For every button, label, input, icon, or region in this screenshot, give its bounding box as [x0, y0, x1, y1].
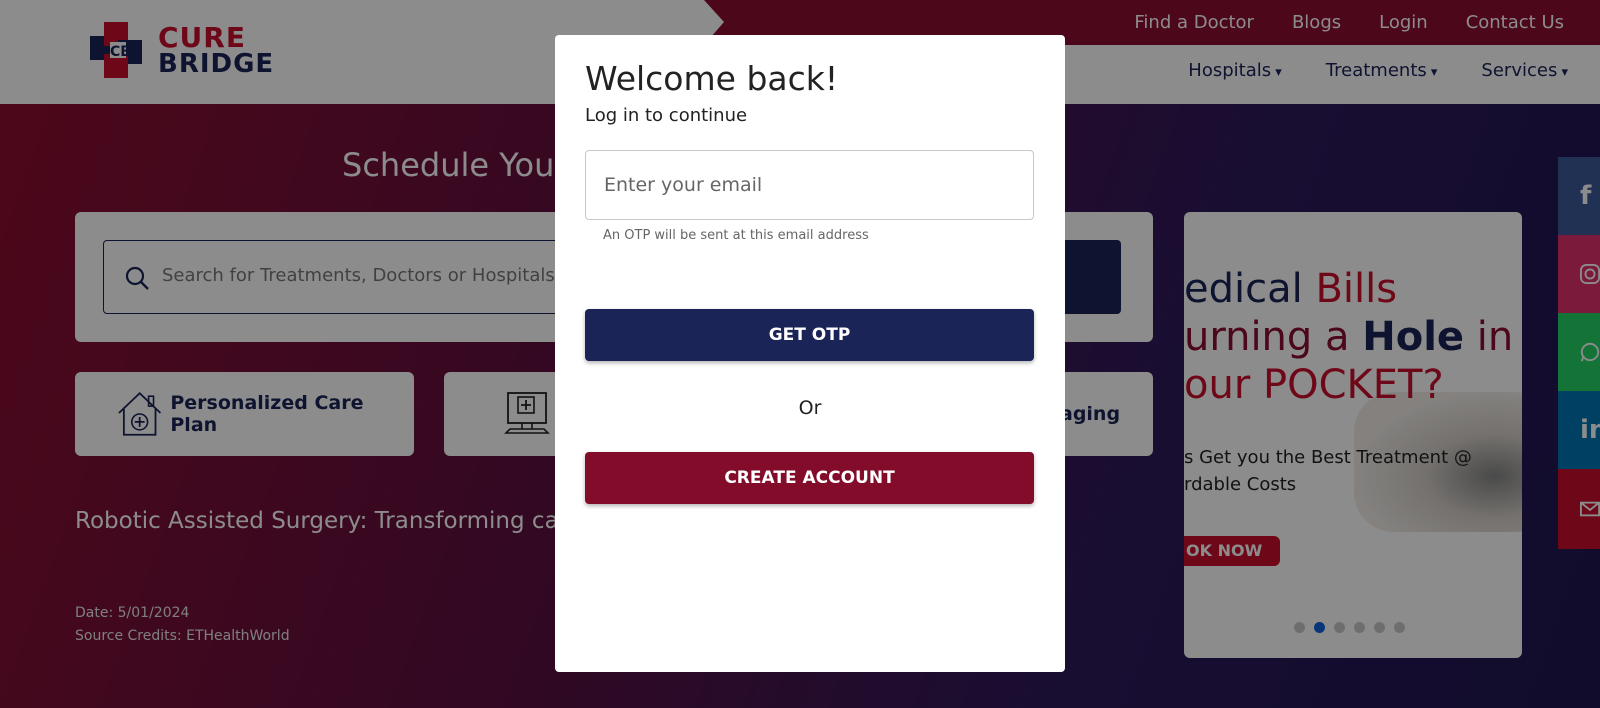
or-divider: Or — [798, 397, 822, 419]
email-field[interactable] — [585, 150, 1034, 220]
create-account-button[interactable]: CREATE ACCOUNT — [585, 452, 1034, 504]
login-modal: Welcome back! Log in to continue An OTP … — [555, 35, 1065, 672]
modal-title: Welcome back! — [585, 59, 839, 98]
modal-subtitle: Log in to continue — [585, 105, 748, 126]
email-help-text: An OTP will be sent at this email addres… — [603, 228, 869, 243]
get-otp-button[interactable]: GET OTP — [585, 309, 1034, 361]
